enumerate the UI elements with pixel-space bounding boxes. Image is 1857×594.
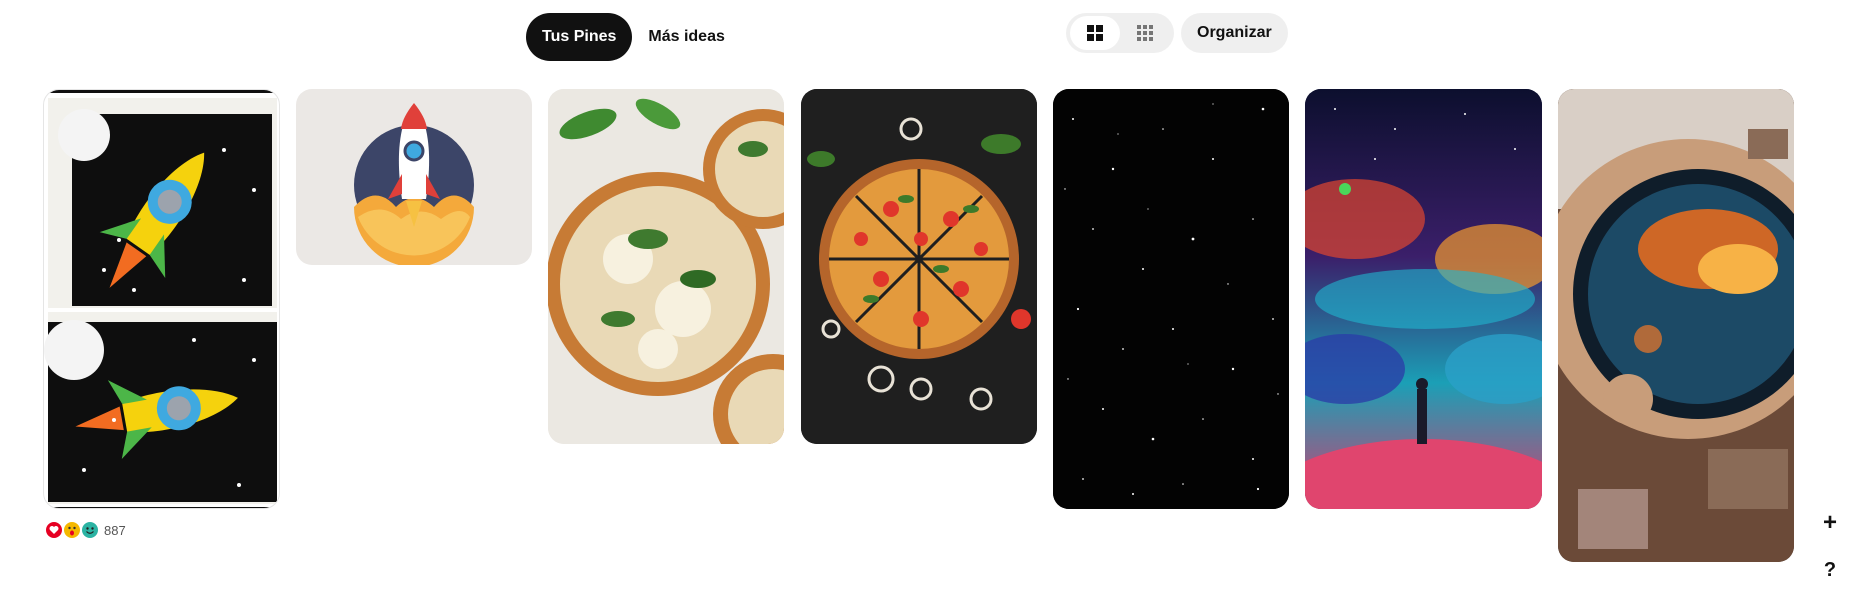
pin-rocket-logo[interactable]: [296, 89, 532, 265]
default-view-button[interactable]: [1070, 16, 1120, 50]
pin-margherita-pizza[interactable]: [548, 89, 784, 444]
heart-icon: [46, 522, 62, 538]
reaction-count: 887: [104, 522, 126, 538]
rocket-craft-image: [44, 90, 279, 508]
pin-rocket-craft[interactable]: [43, 89, 280, 509]
pin-starfield[interactable]: [1053, 89, 1289, 509]
add-button[interactable]: +: [1813, 506, 1847, 540]
smile-face-icon: [82, 522, 98, 538]
tab-mas-ideas[interactable]: Más ideas: [632, 13, 740, 61]
rocket-logo-image: [354, 103, 474, 265]
view-toggle: [1066, 13, 1174, 53]
tab-tus-pines[interactable]: Tus Pines: [526, 13, 633, 61]
pizza-image: [801, 89, 1037, 444]
pin-space-painting[interactable]: [1305, 89, 1542, 509]
compact-view-button[interactable]: [1120, 16, 1170, 50]
reactions-bar[interactable]: 887: [46, 522, 126, 538]
astronaut-image: [1558, 89, 1794, 562]
help-button[interactable]: ?: [1813, 553, 1847, 587]
wow-face-icon: [64, 522, 80, 538]
grid-3x3-icon: [1137, 25, 1153, 41]
grid-2x2-icon: [1087, 25, 1103, 41]
pin-tabs: Tus Pines Más ideas: [526, 13, 741, 61]
organize-button[interactable]: Organizar: [1181, 13, 1288, 53]
pizza-image: [548, 89, 784, 444]
stars-image: [1053, 89, 1289, 509]
pin-pizza-slices[interactable]: [801, 89, 1037, 444]
galaxy-image: [1305, 89, 1542, 509]
pin-astronaut-helmet[interactable]: [1558, 89, 1794, 562]
